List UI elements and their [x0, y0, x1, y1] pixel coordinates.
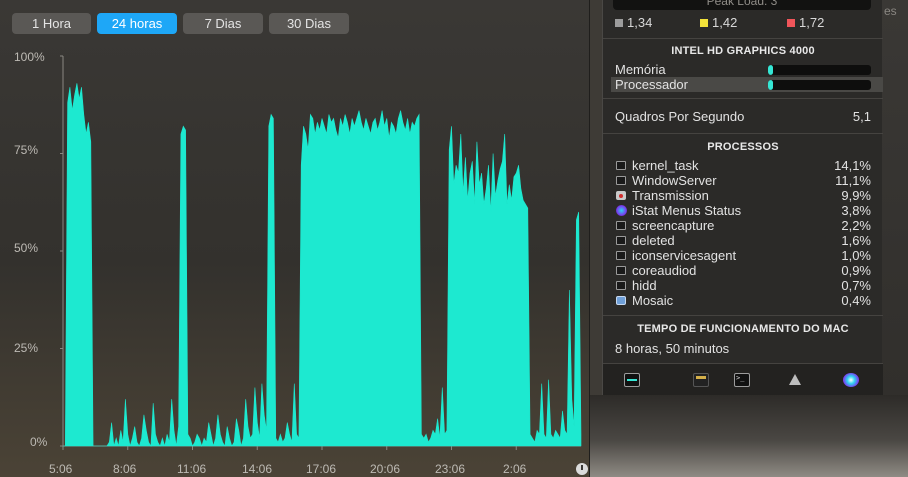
peak-load: Peak Load: 3	[613, 0, 871, 10]
list-item[interactable]: deleted 1,6%	[615, 233, 871, 248]
x-tick-label: 11:06	[177, 462, 207, 476]
console-icon[interactable]	[693, 373, 709, 387]
x-tick-label: 20:06	[370, 462, 401, 476]
gpu-section-title: INTEL HD GRAPHICS 4000	[671, 45, 815, 57]
terminal-icon	[616, 266, 626, 275]
gpu-memory-fill	[768, 65, 774, 75]
x-tick-label: 17:06	[306, 462, 337, 476]
divider	[603, 133, 883, 134]
terminal-icon	[616, 221, 626, 230]
terminal-icon	[616, 281, 626, 290]
gpu-processor-bar	[768, 80, 871, 90]
gpu-memory-bar	[768, 65, 871, 75]
list-item[interactable]: iconservicesagent 1,0%	[615, 248, 871, 263]
desktop-background-bottom	[588, 395, 908, 477]
load-value: 1,72	[799, 15, 825, 30]
background-window-text: es	[884, 4, 897, 18]
load-value: 1,42	[712, 15, 738, 30]
process-name: Mosaic	[632, 293, 674, 308]
gpu-processor-label: Processador	[615, 77, 688, 92]
fps-label: Quadros Por Segundo	[615, 109, 745, 124]
list-item[interactable]: WindowServer 11,1%	[615, 173, 871, 188]
process-name: coreaudiod	[632, 263, 697, 278]
bottom-toolbar	[603, 363, 883, 395]
load-5min: 1,42	[700, 15, 737, 30]
istat-icon	[616, 205, 627, 216]
process-name: iStat Menus Status	[632, 203, 742, 218]
x-tick-label: 23:06	[435, 462, 466, 476]
cpu-history-window: 1 Hora 24 horas 7 Dias 30 Dias 100% 75% …	[0, 0, 590, 477]
network-icon[interactable]	[787, 373, 803, 387]
process-name: WindowServer	[632, 173, 717, 188]
list-item[interactable]: Mosaic 0,4%	[615, 293, 871, 308]
x-tick-label: 14:06	[242, 462, 273, 476]
process-name: screencapture	[632, 218, 715, 233]
process-percent: 0,9%	[841, 263, 871, 278]
terminal-icon	[616, 176, 626, 185]
cpu-usage-area	[63, 83, 582, 448]
fps-value: 5,1	[852, 109, 871, 124]
terminal-icon	[616, 236, 626, 245]
yellow-swatch-icon	[700, 18, 708, 27]
list-item[interactable]: coreaudiod 0,9%	[615, 263, 871, 278]
process-list: kernel_task 14,1% WindowServer 11,1% Tra…	[615, 158, 871, 308]
process-percent: 14,1%	[834, 158, 871, 173]
process-name: Transmission	[632, 188, 709, 203]
clock-icon[interactable]	[576, 463, 588, 475]
list-item[interactable]: hidd 0,7%	[615, 278, 871, 293]
terminal-icon[interactable]	[734, 373, 750, 387]
list-item[interactable]: kernel_task 14,1%	[615, 158, 871, 173]
cpu-usage-chart	[60, 55, 582, 450]
process-name: deleted	[632, 233, 675, 248]
gpu-memory-row: Memória	[615, 62, 873, 77]
process-percent: 1,0%	[841, 248, 871, 263]
process-percent: 0,7%	[841, 278, 871, 293]
process-name: kernel_task	[632, 158, 699, 173]
process-percent: 11,1%	[835, 173, 871, 188]
transmission-icon	[616, 191, 626, 200]
divider	[603, 38, 883, 39]
load-15min: 1,72	[787, 15, 824, 30]
x-tick-label: 8:06	[113, 462, 137, 476]
gpu-memory-label: Memória	[615, 62, 666, 77]
process-name: hidd	[632, 278, 657, 293]
istat-menu-panel: Peak Load: 3 1,34 1,42 1,72 INTEL HD GRA…	[602, 0, 883, 395]
x-tick-label: 5:06	[49, 462, 73, 476]
gpu-processor-fill	[768, 80, 774, 90]
activity-monitor-icon[interactable]	[624, 373, 640, 387]
list-item[interactable]: Transmission 9,9%	[615, 188, 871, 203]
process-name: iconservicesagent	[632, 248, 737, 263]
load-1min: 1,34	[615, 15, 652, 30]
process-percent: 9,9%	[841, 188, 871, 203]
mosaic-icon	[616, 296, 626, 305]
terminal-icon	[616, 161, 626, 170]
terminal-icon	[616, 251, 626, 260]
process-percent: 0,4%	[841, 293, 871, 308]
process-percent: 2,2%	[841, 218, 871, 233]
istat-menus-icon[interactable]	[843, 373, 859, 387]
list-item[interactable]: iStat Menus Status 3,8%	[615, 203, 871, 218]
process-percent: 3,8%	[841, 203, 871, 218]
list-item[interactable]: screencapture 2,2%	[615, 218, 871, 233]
gpu-processor-row[interactable]: Processador	[611, 77, 883, 92]
processes-section-title: PROCESSOS	[707, 141, 779, 153]
gray-swatch-icon	[615, 18, 623, 27]
fps-row: Quadros Por Segundo 5,1	[615, 109, 871, 124]
uptime-value: 8 horas, 50 minutos	[615, 341, 730, 356]
uptime-section-title: TEMPO DE FUNCIONAMENTO DO MAC	[637, 323, 849, 335]
divider	[603, 315, 883, 316]
red-swatch-icon	[787, 18, 795, 27]
process-percent: 1,6%	[841, 233, 871, 248]
divider	[603, 98, 883, 99]
x-tick-label: 2:06	[503, 462, 527, 476]
load-value: 1,34	[627, 15, 653, 30]
